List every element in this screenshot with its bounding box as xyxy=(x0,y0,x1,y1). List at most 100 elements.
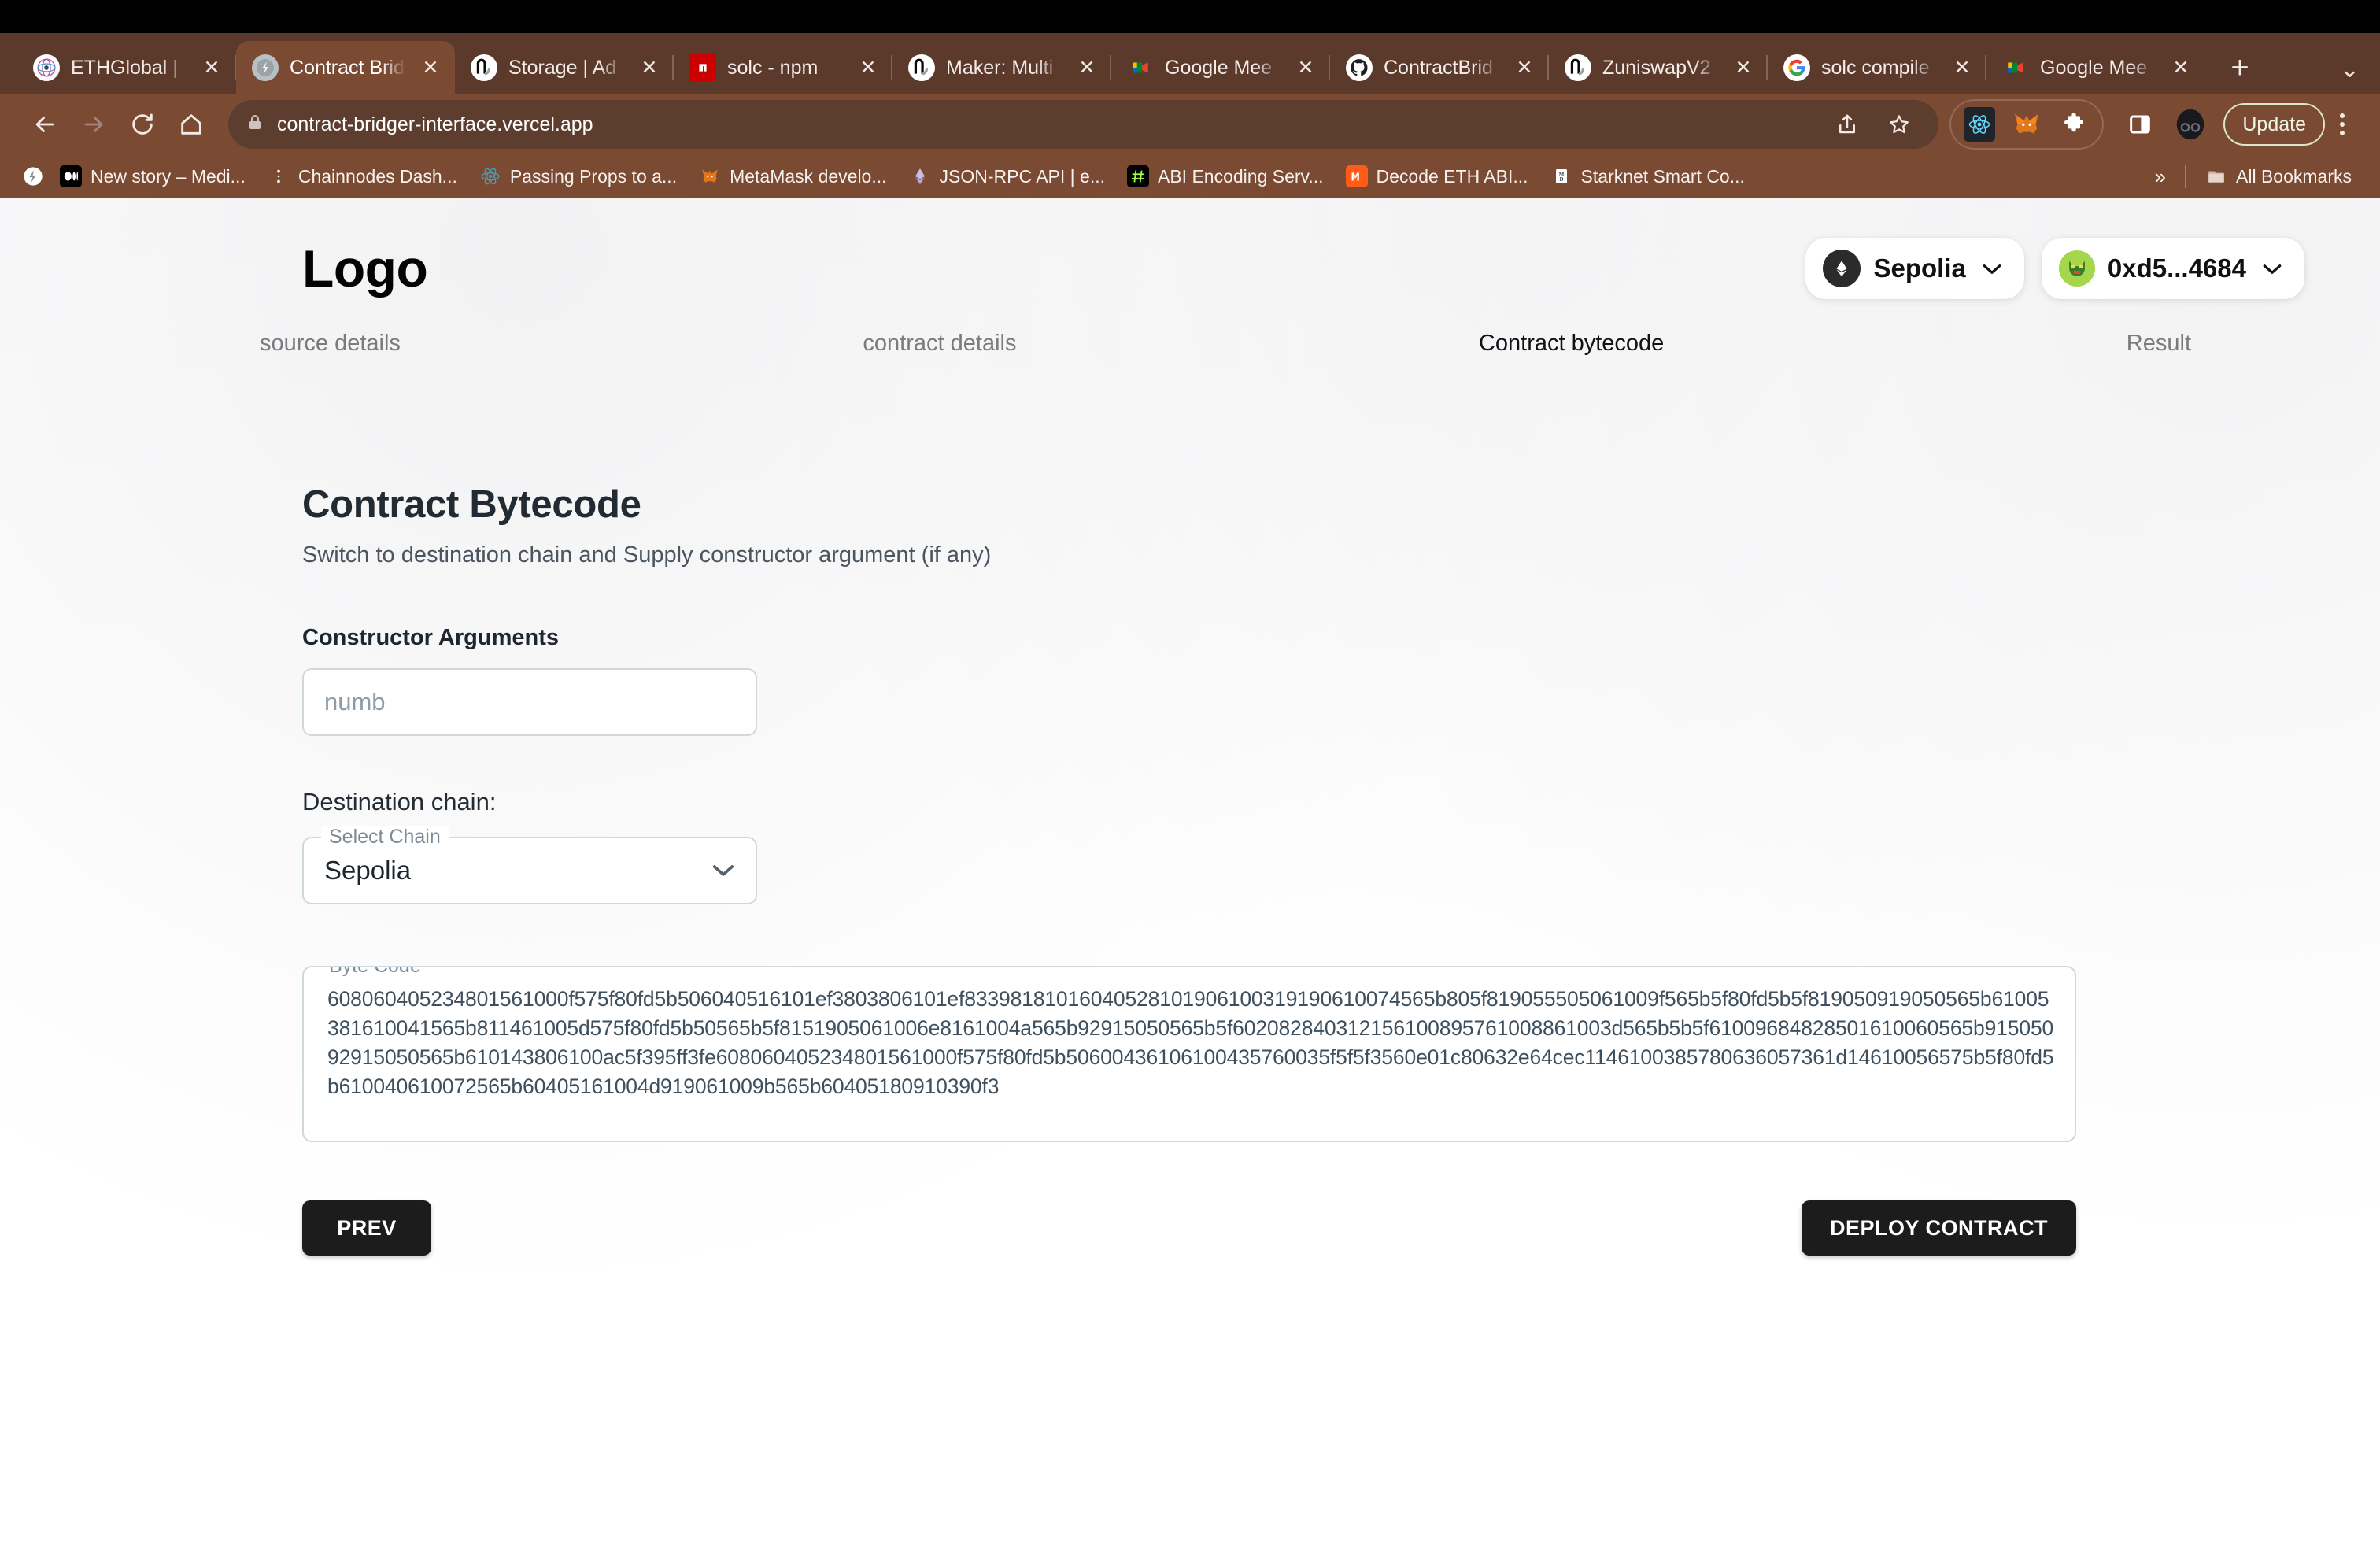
tab-search-icon[interactable]: ⌄ xyxy=(2340,56,2360,83)
destination-chain-label: Destination chain: xyxy=(302,788,497,816)
bookmark-home-icon[interactable] xyxy=(17,154,49,198)
tab-title: Maker: Multi xyxy=(946,56,1054,79)
bookmark-item-3[interactable]: MetaMask develo... xyxy=(688,165,897,187)
browser-tab-9[interactable]: solc compile ✕ xyxy=(1768,41,1986,94)
page-subtitle: Switch to destination chain and Supply c… xyxy=(302,542,992,568)
byte-code-legend: Byte Code xyxy=(321,967,429,978)
update-button[interactable]: Update xyxy=(2223,103,2325,146)
medium-icon xyxy=(60,165,82,187)
share-icon[interactable] xyxy=(1825,102,1869,146)
decode-icon xyxy=(1345,165,1368,187)
step-contract-details[interactable]: contract details xyxy=(863,331,1016,357)
google-icon xyxy=(1783,54,1810,81)
close-icon[interactable]: ✕ xyxy=(1074,54,1100,81)
metamask-icon xyxy=(699,165,721,187)
bookmarks-bar: New story – Medi... Chainnodes Dash... P… xyxy=(0,154,2380,198)
bookmark-item-6[interactable]: Decode ETH ABI... xyxy=(1335,165,1539,187)
puzzle-icon[interactable] xyxy=(2052,102,2096,146)
back-icon[interactable] xyxy=(20,100,69,149)
url-text: contract-bridger-interface.vercel.app xyxy=(277,113,593,135)
browser-chrome: ETHGlobal | ✕ Contract Brid ✕ Storage | … xyxy=(0,33,2380,198)
select-chain-dropdown[interactable]: Select Chain Sepolia xyxy=(302,826,757,904)
address-bar[interactable]: contract-bridger-interface.vercel.app xyxy=(228,100,1939,149)
home-icon[interactable] xyxy=(167,100,216,149)
bookmark-item-0[interactable]: New story – Medi... xyxy=(49,165,257,187)
constructor-arguments-placeholder: numb xyxy=(324,688,386,716)
browser-tab-3[interactable]: Storage | Ad ✕ xyxy=(455,41,674,94)
deploy-contract-button[interactable]: DEPLOY CONTRACT xyxy=(1801,1200,2076,1256)
reload-icon[interactable] xyxy=(118,100,167,149)
wallet-avatar-icon xyxy=(2058,250,2095,287)
bookmark-label: MetaMask develo... xyxy=(730,165,887,187)
google-meet-icon xyxy=(2002,54,2029,81)
svg-text:D: D xyxy=(1559,176,1563,183)
browser-tab-10[interactable]: Google Mee ✕ xyxy=(1986,41,2205,94)
profile-avatar-icon[interactable] xyxy=(2168,102,2212,146)
bookmark-item-2[interactable]: Passing Props to a... xyxy=(468,165,688,187)
remix-icon xyxy=(471,54,497,81)
bytecode-textarea[interactable]: Byte Code 60806040523480156100​0f575f80f… xyxy=(302,966,2076,1142)
step-navigation: source details contract details Contract… xyxy=(0,299,2380,357)
markdown-icon: MD xyxy=(1550,165,1572,187)
new-tab-button[interactable]: + xyxy=(2218,46,2262,90)
lock-icon xyxy=(246,113,264,136)
browser-tab-1[interactable]: ETHGlobal | ✕ xyxy=(17,41,236,94)
bookmark-label: Starknet Smart Co... xyxy=(1580,165,1745,187)
browser-tab-7[interactable]: ContractBrid ✕ xyxy=(1330,41,1549,94)
ethereum-icon xyxy=(909,165,931,187)
tab-title: ETHGlobal | xyxy=(71,56,178,79)
browser-toolbar: contract-bridger-interface.vercel.app Up… xyxy=(0,94,2380,154)
step-source-details[interactable]: source details xyxy=(260,331,401,357)
divider xyxy=(2185,165,2187,188)
prev-button[interactable]: PREV xyxy=(302,1200,431,1256)
close-icon[interactable]: ✕ xyxy=(1511,54,1538,81)
form-actions: PREV DEPLOY CONTRACT xyxy=(302,1200,2076,1256)
close-icon[interactable]: ✕ xyxy=(636,54,663,81)
os-title-bar xyxy=(0,0,2380,33)
bookmark-label: New story – Medi... xyxy=(91,165,246,187)
constructor-arguments-input[interactable]: numb xyxy=(302,668,757,736)
step-contract-bytecode[interactable]: Contract bytecode xyxy=(1479,331,1664,357)
tab-title: Storage | Ad xyxy=(508,56,617,79)
tab-title: ContractBrid xyxy=(1384,56,1493,79)
browser-tab-2[interactable]: Contract Brid ✕ xyxy=(236,41,455,94)
close-icon[interactable]: ✕ xyxy=(2168,54,2194,81)
metamask-icon[interactable] xyxy=(2005,102,2049,146)
tab-title: Contract Brid xyxy=(290,56,405,79)
chainnodes-icon xyxy=(268,165,290,187)
wallet-button[interactable]: 0xd5...4684 xyxy=(2041,238,2304,299)
all-bookmarks-button[interactable]: All Bookmarks xyxy=(2194,165,2363,187)
side-panel-icon[interactable] xyxy=(2118,102,2162,146)
tab-title: Google Mee xyxy=(1165,56,1273,79)
close-icon[interactable]: ✕ xyxy=(1730,54,1757,81)
page-title: Contract Bytecode xyxy=(302,483,641,526)
all-bookmarks-label: All Bookmarks xyxy=(2236,165,2352,187)
bookmark-label: Chainnodes Dash... xyxy=(298,165,457,187)
kebab-menu-icon[interactable] xyxy=(2325,102,2360,146)
bookmark-item-1[interactable]: Chainnodes Dash... xyxy=(257,165,468,187)
network-selector[interactable]: Sepolia xyxy=(1805,238,2024,299)
browser-tab-4[interactable]: solc - npm ✕ xyxy=(674,41,893,94)
chevron-down-icon xyxy=(1982,257,2002,281)
close-icon[interactable]: ✕ xyxy=(417,54,444,81)
close-icon[interactable]: ✕ xyxy=(1292,54,1319,81)
bookmarks-overflow-icon[interactable]: » xyxy=(2144,165,2177,189)
step-result[interactable]: Result xyxy=(2127,331,2191,357)
github-icon xyxy=(1346,54,1373,81)
remix-icon xyxy=(908,54,935,81)
bookmark-item-5[interactable]: ABI Encoding Serv... xyxy=(1116,165,1335,187)
browser-tab-6[interactable]: Google Mee ✕ xyxy=(1111,41,1330,94)
page-viewport: Logo Sepolia 0xd5...4684 source details … xyxy=(0,198,2380,1546)
forward-icon xyxy=(69,100,118,149)
close-icon[interactable]: ✕ xyxy=(198,54,225,81)
close-icon[interactable]: ✕ xyxy=(855,54,881,81)
react-devtools-icon[interactable] xyxy=(1957,102,2001,146)
close-icon[interactable]: ✕ xyxy=(1949,54,1975,81)
browser-tab-8[interactable]: ZuniswapV2 ✕ xyxy=(1549,41,1768,94)
bookmark-item-7[interactable]: MD Starknet Smart Co... xyxy=(1539,165,1756,187)
app-logo[interactable]: Logo xyxy=(302,239,428,298)
browser-tab-5[interactable]: Maker: Multi ✕ xyxy=(893,41,1111,94)
star-icon[interactable] xyxy=(1877,102,1921,146)
folder-icon xyxy=(2205,165,2227,187)
bookmark-item-4[interactable]: JSON-RPC API | e... xyxy=(898,165,1116,187)
